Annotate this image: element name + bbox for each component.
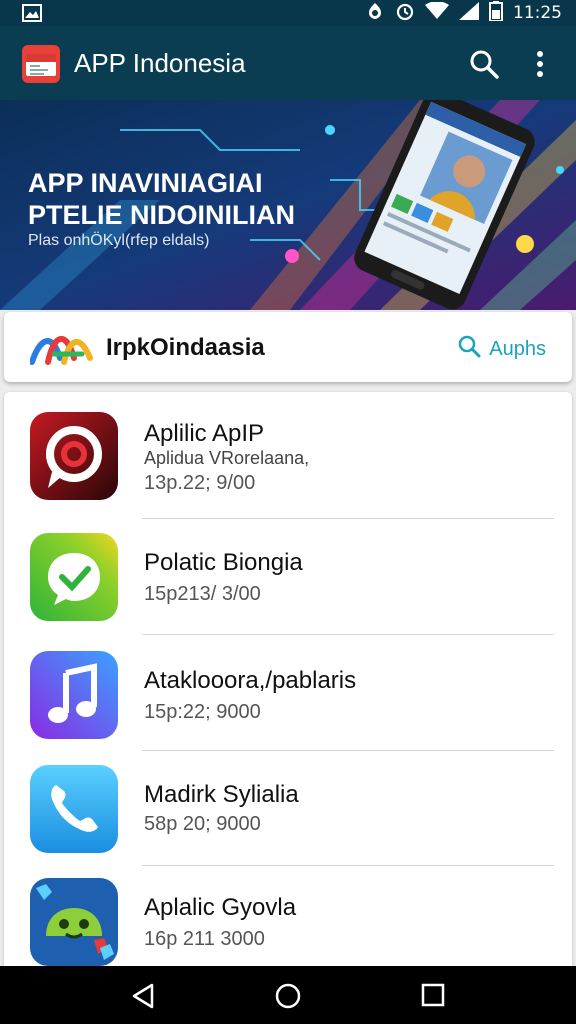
alarm-icon xyxy=(395,1,415,26)
app-name: Aplalic Gyovla xyxy=(144,894,297,921)
brand-logo-icon xyxy=(29,328,94,371)
signal-icon xyxy=(459,1,479,25)
battery-icon xyxy=(489,0,503,26)
back-icon[interactable] xyxy=(130,982,158,1015)
app-name: Polatic Biongia xyxy=(144,549,303,576)
app-name: Aplilic ApIP xyxy=(144,420,265,447)
list-item[interactable]: Aplilic ApIP Aplidua VRorelaana, 13p.22;… xyxy=(4,392,572,519)
phone-icon xyxy=(30,765,118,853)
promo-banner[interactable]: APP INAVINIAGIAI PTELIE NIDOINILIAN Plas… xyxy=(0,100,576,310)
app-name: Madirk Sylialia xyxy=(144,781,299,808)
list-item[interactable]: Ataklooora,/pablaris 15p:22; 9000 xyxy=(4,635,572,752)
app-title: APP Indonesia xyxy=(74,48,246,78)
red-swirl-icon xyxy=(30,412,118,500)
app-meta: 15p:22; 9000 xyxy=(144,701,261,723)
banner-headline-line2: PTELIE NIDOINILIAN xyxy=(28,200,296,230)
list-item[interactable]: Aplalic Gyovla 16p 211 3000 xyxy=(4,866,572,966)
music-note-icon xyxy=(30,651,118,739)
brand-bar: IrpkOindaasia Auphs xyxy=(4,312,572,382)
banner-headline-line1: APP INAVINIAGIAI xyxy=(28,168,263,198)
app-logo-icon xyxy=(22,45,60,83)
gallery-icon xyxy=(22,4,42,27)
banner-headline: APP INAVINIAGIAI PTELIE NIDOINILIAN xyxy=(28,167,295,231)
more-vert-icon[interactable] xyxy=(528,48,552,80)
search-icon[interactable] xyxy=(468,48,500,80)
app-meta: 15p213/ 3/00 xyxy=(144,583,261,605)
list-item[interactable]: Polatic Biongia 15p213/ 3/00 xyxy=(4,519,572,636)
app-meta: 13p.22; 9/00 xyxy=(144,472,256,494)
brand-search-label: Auphs xyxy=(489,337,546,360)
app-list: Aplilic ApIP Aplidua VRorelaana, 13p.22;… xyxy=(4,392,572,966)
green-chat-icon xyxy=(30,533,118,621)
banner-subtitle: Plas onhÖKyl(rfep eldals) xyxy=(28,232,210,249)
brand-name: IrpkOindaasia xyxy=(106,334,265,361)
home-icon[interactable] xyxy=(274,982,302,1015)
list-item[interactable]: Madirk Sylialia 58p 20; 9000 xyxy=(4,751,572,868)
app-subtitle: Aplidua VRorelaana, xyxy=(144,448,310,468)
app-meta: 16p 211 3000 xyxy=(144,928,265,950)
brand-search-button[interactable]: Auphs xyxy=(457,334,546,364)
search-icon xyxy=(457,334,481,364)
status-bar: 11:25 xyxy=(0,0,576,26)
wifi-icon xyxy=(425,0,449,25)
recents-icon[interactable] xyxy=(420,982,446,1013)
cast-icon xyxy=(365,1,385,26)
clock-time: 11:25 xyxy=(513,3,562,23)
system-nav-bar xyxy=(0,966,576,1024)
android-game-icon xyxy=(30,878,118,966)
app-bar: APP Indonesia xyxy=(0,26,576,100)
app-name: Ataklooora,/pablaris xyxy=(144,667,357,694)
app-meta: 58p 20; 9000 xyxy=(144,813,261,835)
